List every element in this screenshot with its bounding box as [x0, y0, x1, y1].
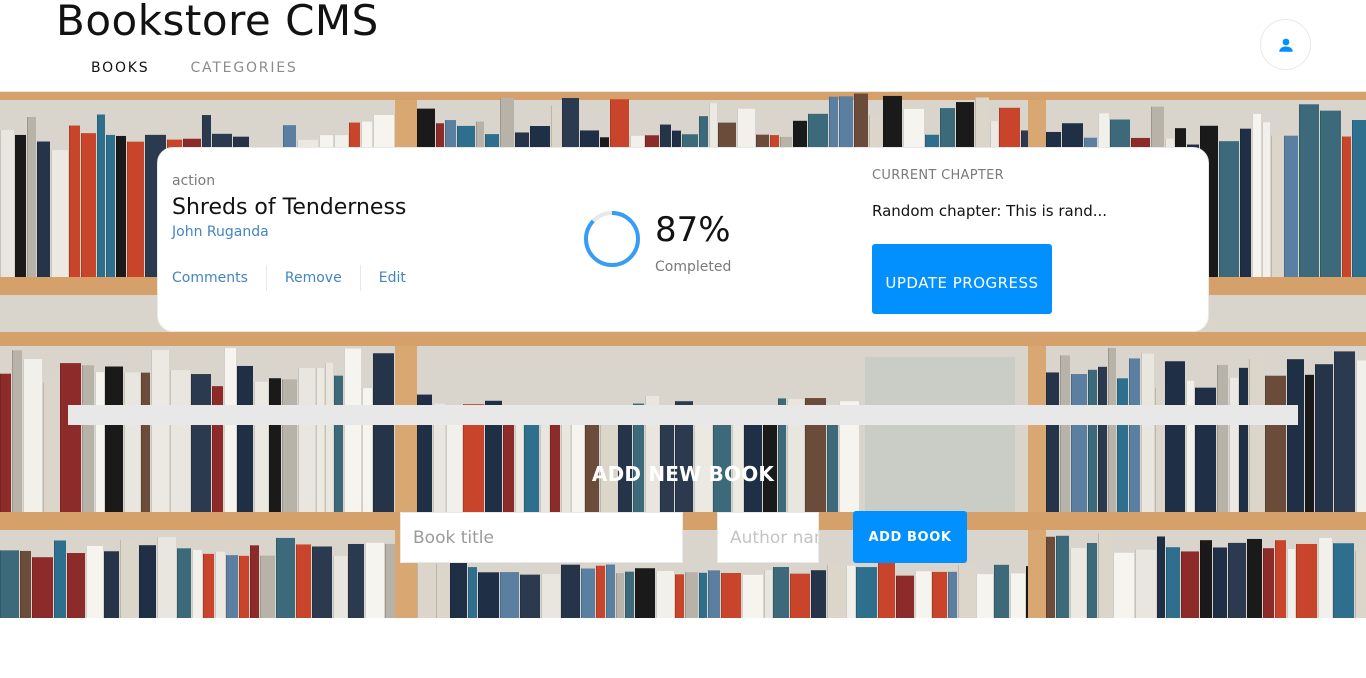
book-actions: Comments Remove Edit [172, 265, 406, 291]
book-author[interactable]: John Ruganda [172, 224, 269, 240]
nav-categories[interactable]: CATEGORIES [190, 60, 297, 76]
edit-button[interactable]: Edit [379, 270, 406, 286]
author-name-input[interactable] [717, 512, 819, 563]
current-chapter-value: Random chapter: This is rand... [872, 202, 1108, 220]
book-genre: action [172, 173, 216, 189]
comments-button[interactable]: Comments [172, 270, 248, 286]
user-avatar-button[interactable] [1260, 19, 1311, 70]
book-card: action Shreds of Tenderness John Ruganda… [157, 147, 1209, 332]
app-logo: Bookstore CMS [56, 0, 379, 45]
progress-status: Completed [655, 259, 732, 275]
book-title: Shreds of Tenderness [172, 195, 407, 220]
user-icon [1278, 38, 1293, 52]
action-divider [359, 265, 361, 291]
main-nav: BOOKS CATEGORIES [91, 60, 298, 76]
nav-books[interactable]: BOOKS [91, 60, 149, 76]
remove-button[interactable]: Remove [285, 270, 342, 286]
progress-percent: 87% [655, 210, 731, 250]
add-book-heading: ADD NEW BOOK [0, 462, 1366, 486]
action-divider [265, 265, 267, 291]
progress-arc [584, 211, 640, 267]
add-book-heading-text: ADD NEW BOOK [591, 462, 775, 486]
current-chapter-label: CURRENT CHAPTER [872, 168, 1004, 183]
add-book-button[interactable]: ADD BOOK [853, 511, 967, 563]
section-divider [68, 405, 1298, 425]
progress-ring [584, 211, 640, 267]
update-progress-button[interactable]: UPDATE PROGRESS [872, 244, 1052, 314]
book-title-input[interactable] [400, 512, 683, 563]
app-header: Bookstore CMS BOOKS CATEGORIES [0, 0, 1366, 92]
